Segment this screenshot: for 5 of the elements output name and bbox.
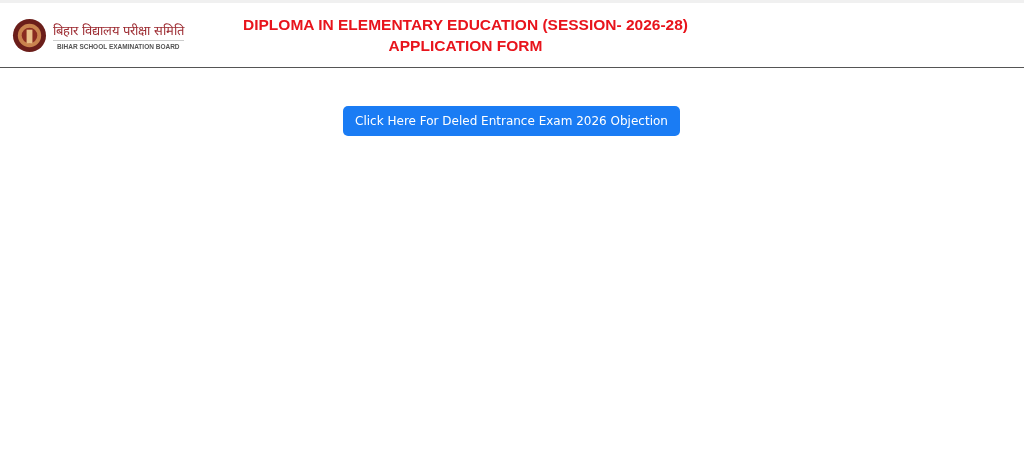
- page-title: APPLICATION FORM: [388, 36, 543, 55]
- page-title: DIPLOMA IN ELEMENTARY EDUCATION (SESSION- 2026-28): [243, 15, 688, 34]
- emblem-icon: [12, 17, 47, 53]
- board-name: बिहार विद्यालय परीक्षा समिति: [53, 20, 184, 41]
- objection-button[interactable]: Click Here For Deled Entrance Exam 2026 Objection: [343, 106, 680, 136]
